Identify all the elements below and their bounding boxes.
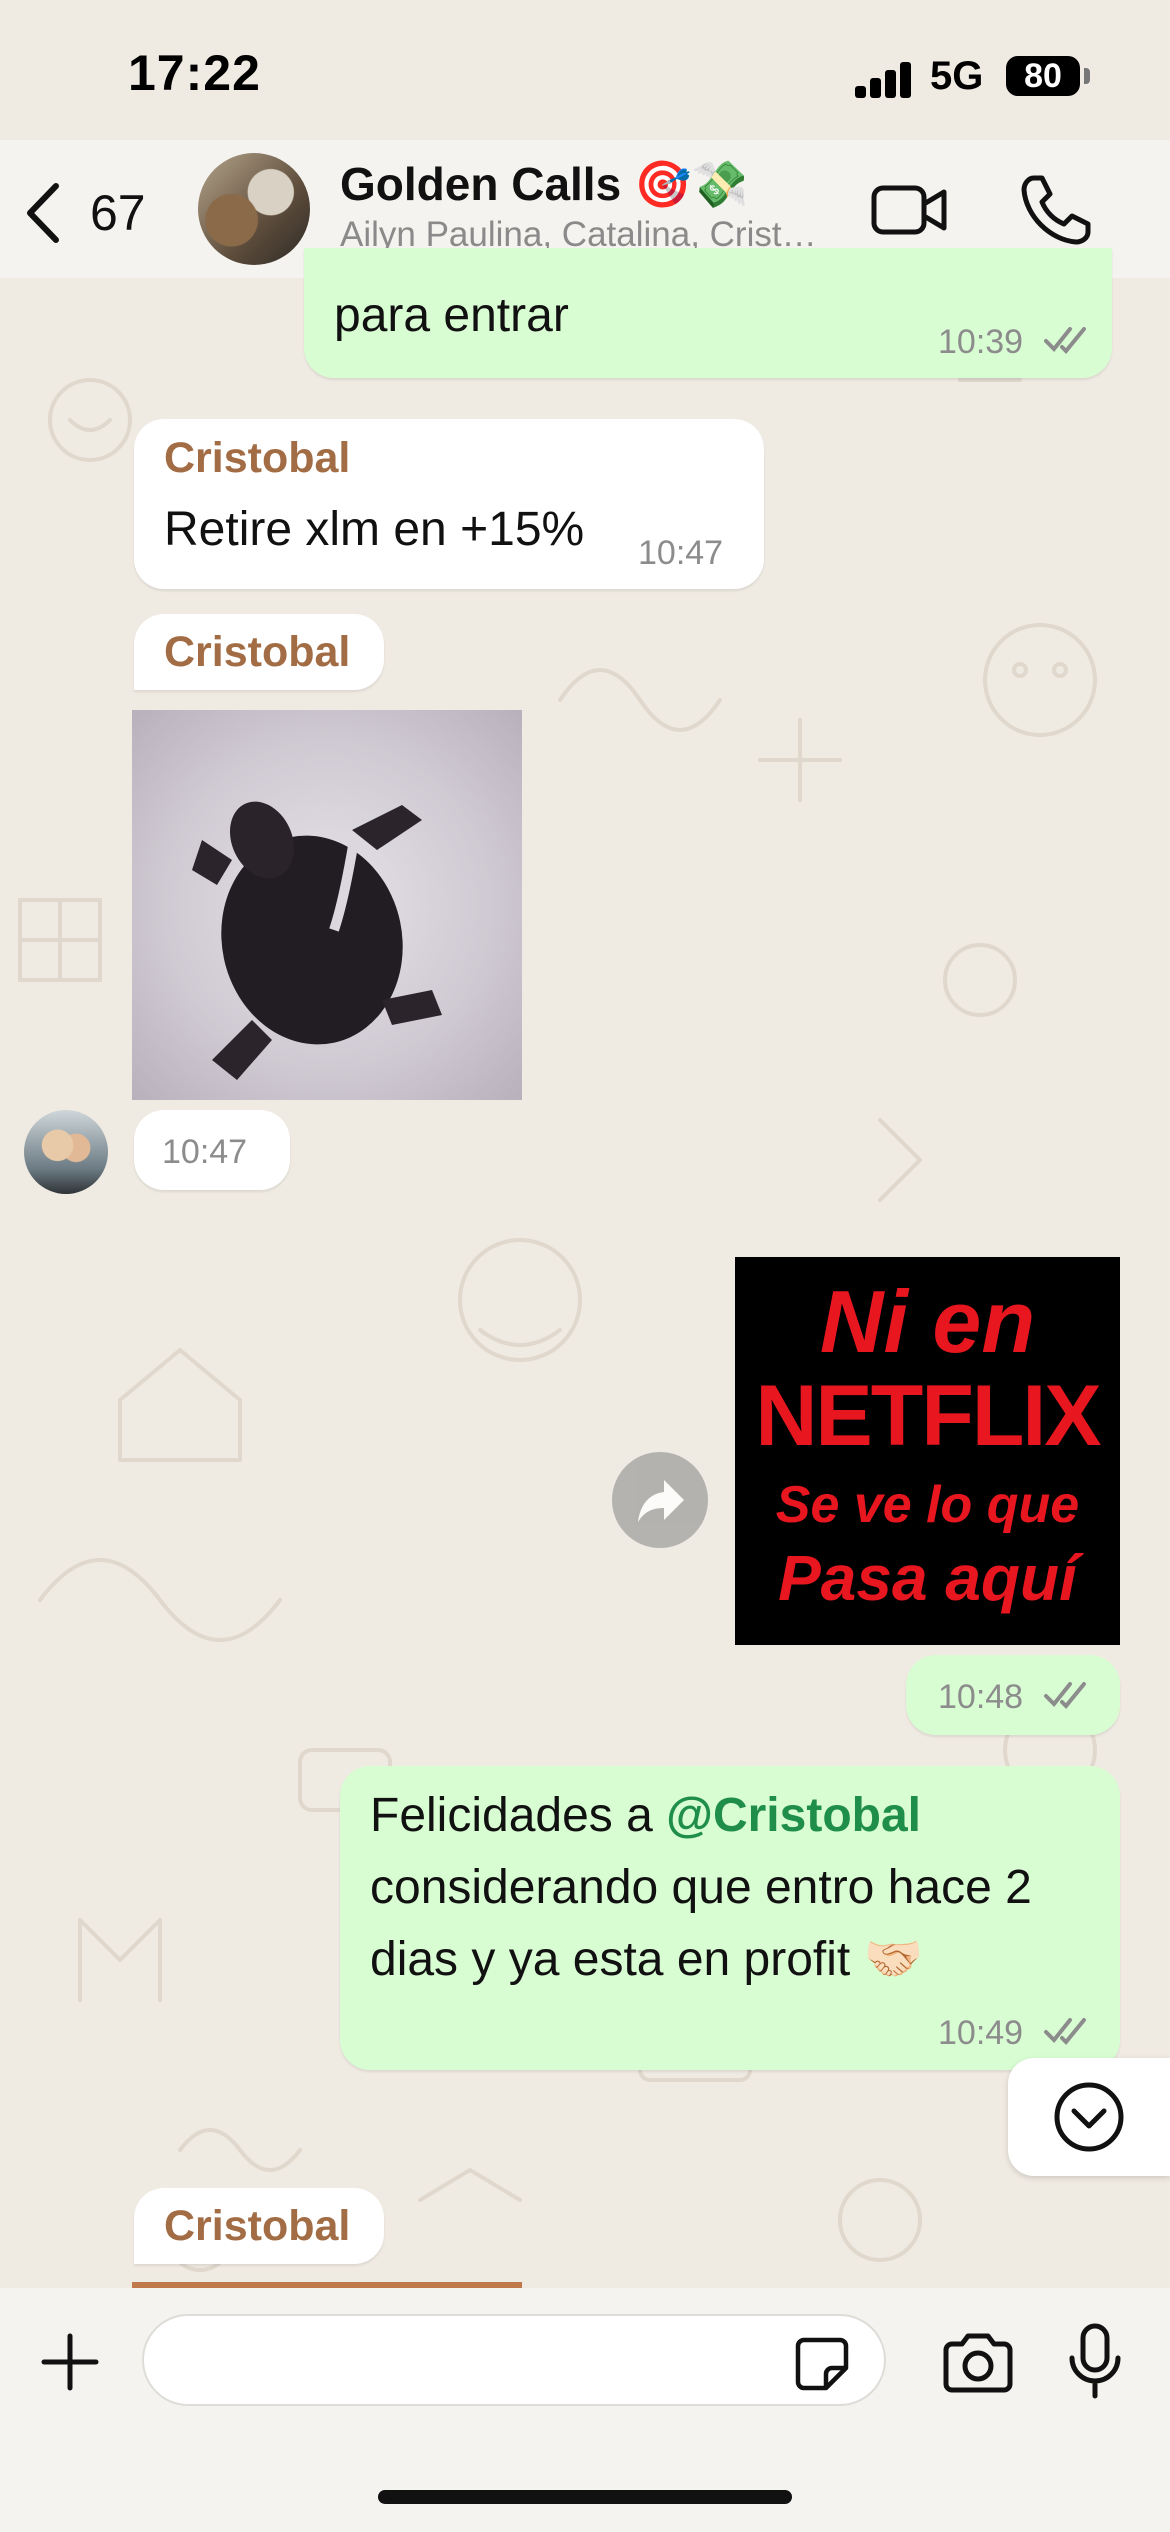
voice-call-icon[interactable] [1016,170,1096,250]
video-call-icon[interactable] [870,170,950,250]
chevron-left-icon [27,183,59,243]
message-text: Retire xlm en +15% [164,503,585,556]
cellular-signal-icon [855,60,915,98]
sticker-icon[interactable] [792,2334,852,2394]
camera-icon[interactable] [940,2328,1016,2398]
forward-button[interactable] [612,1452,708,1548]
message-time: 10:47 [162,1133,248,1171]
message-time: 10:47 [638,534,724,572]
unread-count: 67 [90,185,146,241]
message-text: para entrar [334,289,569,342]
sticker-image[interactable] [132,710,522,1100]
status-time: 17:22 [128,45,261,101]
forward-arrow-icon [638,1480,684,1522]
message-time: 10:39 [938,323,1024,361]
image-text-line: Ni en [819,1272,1036,1371]
sender-name[interactable]: Cristobal [164,434,350,483]
sender-avatar[interactable] [24,1110,108,1194]
back-button[interactable]: 67 [22,178,162,248]
plus-icon[interactable] [38,2330,102,2394]
microphone-icon[interactable] [1064,2322,1126,2402]
message-input[interactable] [142,2314,886,2406]
message-time: 10:49 [938,2014,1024,2052]
image-text-line: NETFLIX [755,1368,1101,1464]
message-text: Felicidades a @Cristobal considerando qu… [370,1780,1090,1996]
message-text-part: dias y ya esta en profit 🤝🏻 [370,1933,924,1986]
network-type: 5G [930,54,984,98]
image-text-line: Se ve lo que [775,1476,1080,1534]
read-ticks-icon [1044,1682,1086,1709]
message-time: 10:48 [938,1678,1024,1716]
scroll-to-bottom-button[interactable] [1008,2058,1170,2176]
chevron-down-circle-icon [1054,2082,1124,2152]
home-indicator[interactable] [378,2490,792,2504]
user-mention[interactable]: @Cristobal [666,1789,921,1842]
group-avatar[interactable] [198,153,310,265]
read-ticks-icon [1044,327,1086,354]
shared-image[interactable]: Ni en NETFLIX Se ve lo que Pasa aquí [735,1257,1120,1645]
battery-tip [1084,68,1090,84]
image-text-line: Pasa aquí [778,1542,1077,1614]
turtle-sticker [192,801,442,1080]
message-text-part: considerando que entro hace 2 [370,1861,1032,1914]
battery-level: 80 [1024,57,1062,95]
sender-name[interactable]: Cristobal [164,2202,350,2251]
battery-icon: 80 [1006,56,1080,96]
read-ticks-icon [1044,2018,1086,2045]
chat-title[interactable]: Golden Calls 🎯💸 [340,157,749,212]
sender-name[interactable]: Cristobal [164,628,350,677]
message-text-part: Felicidades a [370,1789,667,1842]
